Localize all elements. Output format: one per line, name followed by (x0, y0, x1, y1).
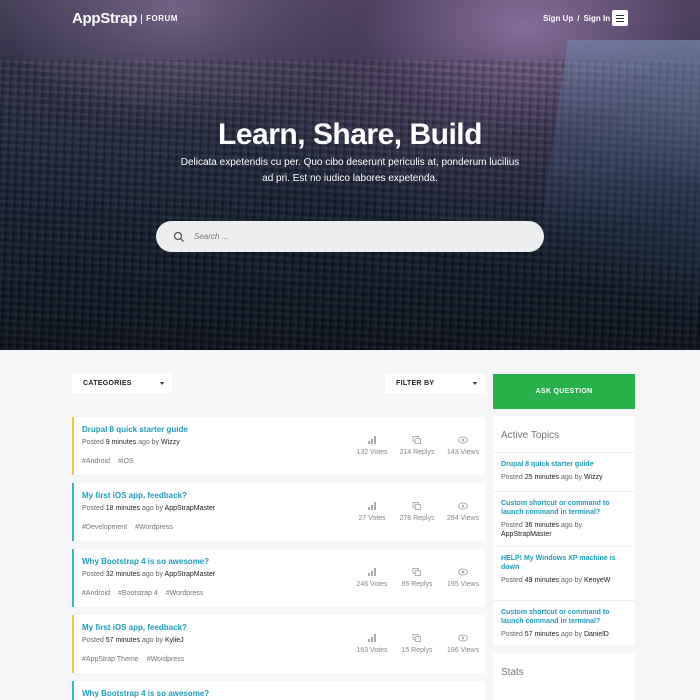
brand-logo[interactable]: AppStrap FORUM (72, 10, 178, 27)
topic-author[interactable]: AppStrapMaster (501, 531, 552, 538)
bar-chart-icon (368, 568, 376, 576)
post-card[interactable]: Why Bootstrap 4 is so awesome? Posted 32… (72, 549, 485, 607)
post-meta: Posted 32 minutes ago by AppStrapMaster (82, 571, 216, 578)
active-topic-item[interactable]: Custom shortcut or command to launch com… (501, 608, 627, 639)
views-stat: 294 Views (438, 502, 488, 522)
post-title[interactable]: Why Bootstrap 4 is so awesome? (82, 557, 209, 566)
filter-by-label: FILTER BY (396, 380, 435, 387)
tag[interactable]: #Wordpress (147, 656, 185, 663)
post-tags: #Android #Bootstrap 4 #Wordpress (82, 590, 203, 597)
search-bar[interactable] (156, 221, 544, 252)
views-stat: 196 Views (438, 634, 488, 654)
post-card[interactable]: Drupal 8 quick starter guide Posted 9 mi… (72, 417, 485, 475)
votes-stat: 27 Votes (347, 502, 397, 522)
post-meta: Posted 57 minutes ago by KylieJ (82, 637, 184, 644)
tag[interactable]: #Wordpress (135, 524, 173, 531)
post-tags: #Android #iOS (82, 458, 134, 465)
eye-icon (458, 436, 468, 444)
copy-icon (412, 568, 421, 576)
tag[interactable]: #Wordpress (166, 590, 204, 597)
signin-link[interactable]: Sign In (583, 14, 610, 23)
replys-stat: 278 Replys (392, 502, 442, 522)
menu-icon[interactable] (612, 10, 628, 26)
topic-title[interactable]: Custom shortcut or command to launch com… (501, 608, 627, 626)
auth-separator: / (577, 14, 580, 23)
topic-title[interactable]: HELP! My Windows XP machine is down (501, 554, 627, 572)
topic-title[interactable]: Custom shortcut or command to launch com… (501, 499, 627, 517)
copy-icon (412, 634, 421, 642)
tag[interactable]: #Android (82, 458, 110, 465)
active-topic-item[interactable]: HELP! My Windows XP machine is down Post… (501, 554, 627, 585)
votes-stat: 246 Votes (347, 568, 397, 588)
post-title[interactable]: My first iOS app, feedback? (82, 623, 187, 632)
topic-author[interactable]: KenyeW (584, 577, 610, 584)
post-title[interactable]: My first iOS app, feedback? (82, 491, 187, 500)
post-card[interactable]: My first iOS app, feedback? Posted 18 mi… (72, 483, 485, 541)
copy-icon (412, 502, 421, 510)
tag[interactable]: #iOS (118, 458, 134, 465)
votes-stat: 132 Votes (347, 436, 397, 456)
replys-stat: 86 Replys (392, 568, 442, 588)
stats-heading: Stats (501, 667, 524, 678)
views-stat: 143 Views (438, 436, 488, 456)
tag[interactable]: #Bootstrap 4 (118, 590, 158, 597)
topic-author[interactable]: DanielD (584, 631, 609, 638)
search-icon (172, 230, 186, 244)
hero-subtitle: Delicata expetendis cu per. Quo cibo des… (180, 157, 520, 184)
eye-icon (458, 502, 468, 510)
post-tags: #Development #Wordpress (82, 524, 173, 531)
signup-link[interactable]: Sign Up (543, 14, 573, 23)
filter-by-dropdown[interactable]: FILTER BY (385, 374, 485, 393)
post-title[interactable]: Why Bootstrap 4 is so awesome? (82, 689, 209, 698)
post-tags: #AppStrap Theme #Wordpress (82, 656, 184, 663)
stats-panel: Stats (493, 653, 635, 700)
post-title[interactable]: Drupal 8 quick starter guide (82, 425, 188, 434)
post-meta: Posted 18 minutes ago by AppStrapMaster (82, 505, 216, 512)
post-author[interactable]: AppStrapMaster (165, 571, 216, 578)
brand-name: AppStrap (72, 10, 138, 27)
replys-stat: 214 Replys (392, 436, 442, 456)
auth-links: Sign Up / Sign In (543, 14, 610, 23)
copy-icon (412, 436, 421, 444)
active-topic-item[interactable]: Drupal 8 quick starter guide Posted 25 m… (501, 460, 627, 482)
bar-chart-icon (368, 634, 376, 642)
search-input[interactable] (194, 232, 514, 241)
caret-down-icon (473, 382, 477, 385)
views-stat: 195 Views (438, 568, 488, 588)
active-topic-item[interactable]: Custom shortcut or command to launch com… (501, 499, 627, 539)
topic-author[interactable]: Wizzy (584, 474, 603, 481)
caret-down-icon (160, 382, 164, 385)
hero-title: Learn, Share, Build (218, 118, 482, 151)
ask-question-button[interactable]: ASK QUESTION (493, 374, 635, 409)
top-navbar: AppStrap FORUM Sign Up / Sign In (0, 0, 700, 40)
post-meta: Posted 9 minutes ago by Wizzy (82, 439, 180, 446)
hero-banner: AppStrap FORUM Sign Up / Sign In Learn, … (0, 0, 700, 350)
brand-sub: FORUM (146, 14, 178, 23)
active-topics-heading: Active Topics (501, 430, 560, 441)
categories-dropdown[interactable]: CATEGORIES (72, 374, 172, 393)
post-author[interactable]: KylieJ (165, 637, 184, 644)
active-topics-panel: Active Topics Drupal 8 quick starter gui… (493, 416, 635, 646)
eye-icon (458, 568, 468, 576)
post-card[interactable]: My first iOS app, feedback? Posted 57 mi… (72, 615, 485, 673)
categories-label: CATEGORIES (83, 380, 132, 387)
post-card[interactable]: Why Bootstrap 4 is so awesome? (72, 681, 485, 700)
tag[interactable]: #Development (82, 524, 127, 531)
tag[interactable]: #AppStrap Theme (82, 656, 139, 663)
eye-icon (458, 634, 468, 642)
post-author[interactable]: AppStrapMaster (165, 505, 216, 512)
replys-stat: 15 Replys (392, 634, 442, 654)
tag[interactable]: #Android (82, 590, 110, 597)
votes-stat: 163 Votes (347, 634, 397, 654)
main-content: CATEGORIES FILTER BY Drupal 8 quick star… (0, 350, 700, 700)
topic-title[interactable]: Drupal 8 quick starter guide (501, 460, 627, 469)
post-author[interactable]: Wizzy (161, 439, 180, 446)
bar-chart-icon (368, 502, 376, 510)
bar-chart-icon (368, 436, 376, 444)
